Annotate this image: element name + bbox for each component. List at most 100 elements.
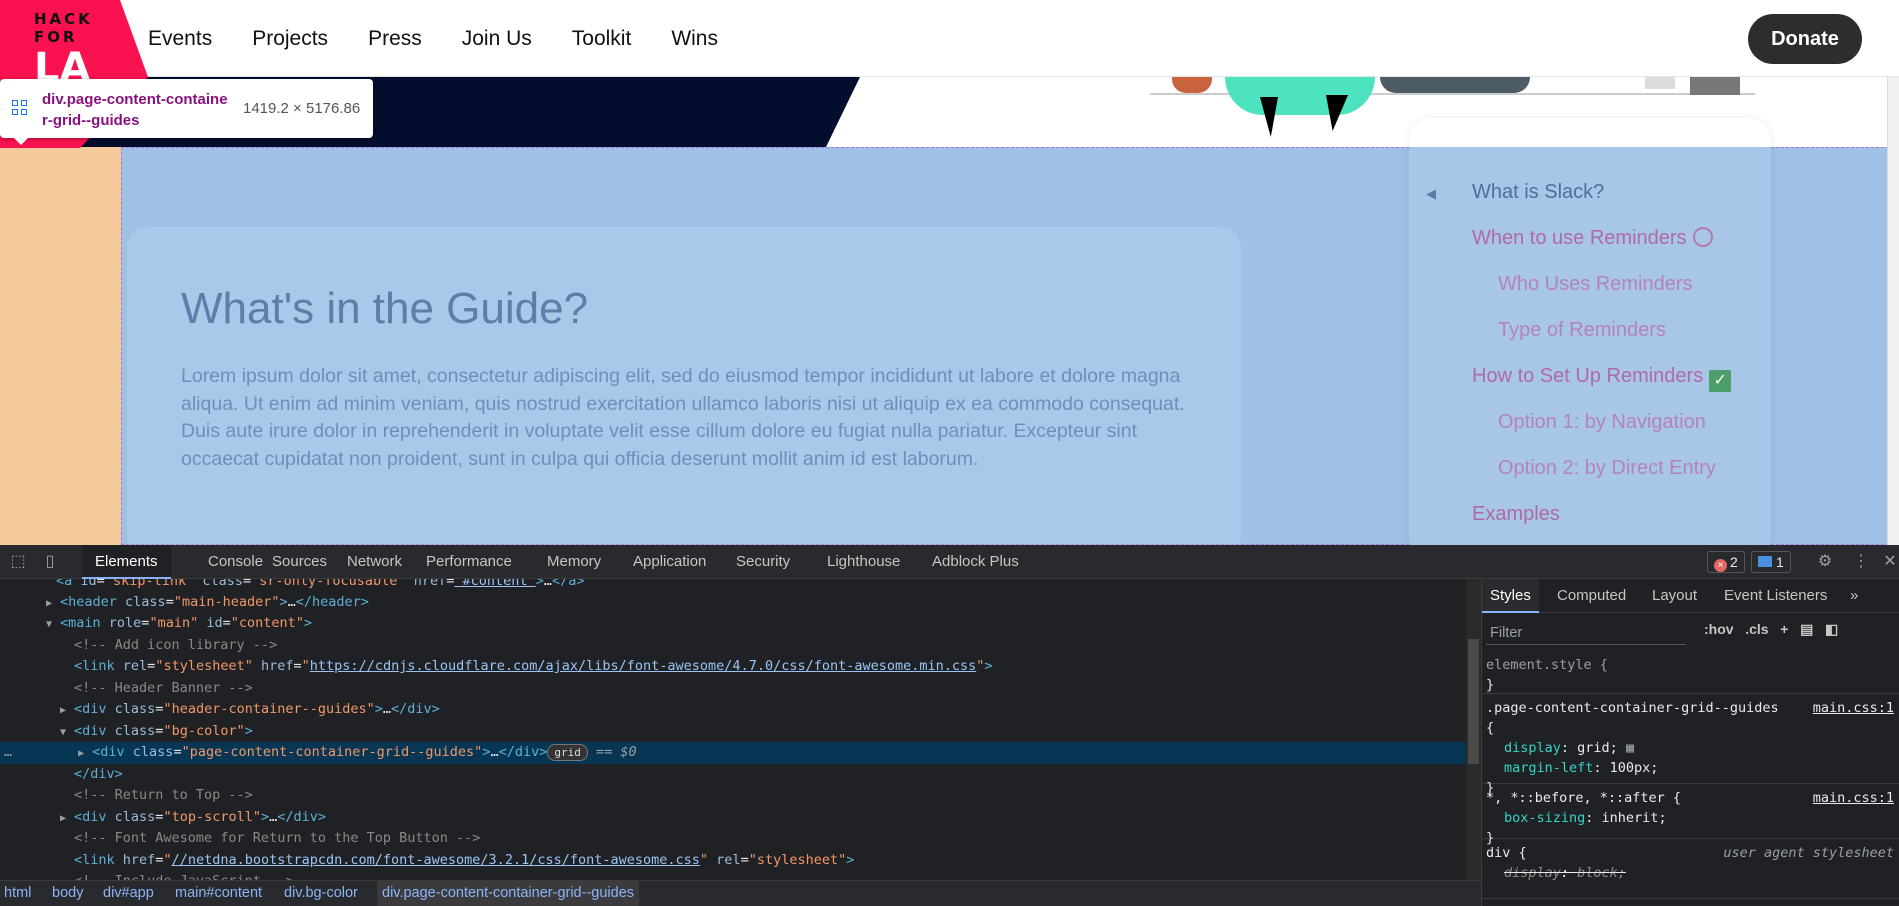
dom-node-link[interactable]: <link href="//netdna.bootstrapcdn.com/fo… — [74, 850, 854, 872]
toc-item[interactable]: Who Uses Reminders — [1498, 273, 1693, 296]
toc-item[interactable]: Examples — [1472, 503, 1560, 526]
dom-comment[interactable]: <!-- Return to Top --> — [74, 785, 253, 807]
tab-styles[interactable]: Styles — [1482, 579, 1539, 613]
message-icon — [1758, 556, 1772, 567]
dom-node-header-container[interactable]: ▶ <div class="header-container--guides">…… — [60, 699, 440, 721]
close-devtools-icon[interactable]: ✕ — [1880, 552, 1899, 572]
hov-toggle[interactable]: :hov — [1704, 621, 1734, 637]
toc-item-label: Examples — [1472, 503, 1560, 525]
brace: } — [1486, 677, 1495, 693]
dom-comment[interactable]: <!-- Include JavaScript --> — [74, 871, 293, 880]
paint-icon[interactable]: ▤ — [1800, 621, 1813, 637]
page-scrollbar[interactable] — [1887, 0, 1899, 545]
elements-scrollbar[interactable] — [1466, 579, 1481, 880]
dom-node-main[interactable]: ▼ <main role="main" id="content"> — [46, 613, 312, 635]
dom-node-top-scroll[interactable]: ▶ <div class="top-scroll">…</div> — [60, 807, 326, 829]
styles-toolbar: :hov .cls + ▤ ◧ — [1704, 621, 1838, 638]
main-header: Events Projects Press Join Us Toolkit Wi… — [0, 0, 1899, 77]
css-declaration[interactable]: display: block; — [1486, 863, 1896, 883]
tooltip-dimensions: 1419.2 × 5176.86 — [243, 100, 361, 117]
css-declaration[interactable]: box-sizing: inherit; — [1486, 808, 1896, 828]
css-rule[interactable]: element.style {} — [1482, 651, 1899, 694]
toc-item[interactable]: What is Slack? — [1472, 181, 1604, 204]
css-source-link[interactable]: main.css:1 — [1813, 788, 1894, 808]
dom-comment[interactable]: <!-- Header Banner --> — [74, 678, 253, 700]
toc-item-label: Option 2: by Direct Entry — [1498, 457, 1716, 479]
styles-pane: Styles Computed Layout Event Listeners »… — [1481, 579, 1899, 906]
css-rule[interactable]: div {user agent stylesheet display: block… — [1482, 839, 1899, 899]
collapse-caret-icon[interactable]: ◀ — [1426, 186, 1436, 202]
toc-item-label: Option 1: by Navigation — [1498, 411, 1706, 433]
grid-editor-icon[interactable]: ▦ — [1618, 740, 1634, 756]
toc-item-label: How to Set Up Reminders — [1472, 365, 1704, 387]
grid-layout-icon — [12, 100, 28, 116]
devtools-tab-lighthouse[interactable]: Lighthouse — [814, 545, 913, 579]
nav-toolkit[interactable]: Toolkit — [572, 27, 632, 51]
toc-item[interactable]: Type of Reminders — [1498, 319, 1666, 342]
toc-item-label: When to use Reminders — [1472, 227, 1687, 249]
devtools-tab-performance[interactable]: Performance — [413, 545, 525, 579]
nav-wins[interactable]: Wins — [671, 27, 718, 51]
tab-computed[interactable]: Computed — [1549, 579, 1634, 613]
css-rule[interactable]: *, *::before, *::after {main.css:1 box-si… — [1482, 784, 1899, 846]
dom-node-bg-color[interactable]: ▼ <div class="bg-color"> — [60, 721, 253, 743]
toc-item[interactable]: How to Set Up Reminders ✓ — [1472, 365, 1732, 392]
nav-events[interactable]: Events — [148, 27, 212, 51]
nav-projects[interactable]: Projects — [252, 27, 328, 51]
check-mark-icon: ✓ — [1709, 370, 1732, 392]
devtools-tab-security[interactable]: Security — [723, 545, 803, 579]
guide-title: What's in the Guide? — [181, 284, 589, 333]
more-tabs-icon[interactable]: » — [1842, 579, 1866, 613]
inspect-element-icon[interactable]: ⬚ — [8, 552, 28, 572]
devtools-tab-network[interactable]: Network — [334, 545, 415, 579]
crumb-app[interactable]: div#app — [103, 881, 154, 906]
logo-line-2: FOR — [34, 28, 78, 46]
website-viewport: Events Projects Press Join Us Toolkit Wi… — [0, 0, 1899, 545]
css-value: grid; — [1577, 740, 1618, 756]
dom-comment[interactable]: <!-- Add icon library --> — [74, 635, 277, 657]
devtools-tab-adblock-plus[interactable]: Adblock Plus — [919, 545, 1032, 579]
toc-item[interactable]: When to use Reminders — [1472, 227, 1713, 250]
tab-layout[interactable]: Layout — [1644, 579, 1705, 613]
styles-filter-input[interactable]: Filter — [1486, 621, 1686, 645]
message-count-badge[interactable]: 1 — [1751, 551, 1791, 573]
css-declaration[interactable]: display: grid; ▦ — [1486, 738, 1896, 758]
dom-node-skip-link[interactable]: <a id="skip-link" class="sr-only-focusab… — [56, 579, 584, 593]
more-menu-icon[interactable]: ⋮ — [1851, 552, 1871, 572]
donate-button[interactable]: Donate — [1748, 14, 1862, 64]
dom-node-header[interactable]: ▶ <header class="main-header">…</header> — [46, 592, 369, 614]
crumb-current[interactable]: div.page-content-container-grid--guides — [377, 881, 640, 906]
settings-gear-icon[interactable]: ⚙ — [1815, 552, 1835, 572]
crumb-body[interactable]: body — [52, 881, 83, 906]
css-value: block; — [1577, 865, 1626, 881]
new-rule-icon[interactable]: + — [1780, 621, 1788, 637]
crumb-bg-color[interactable]: div.bg-color — [284, 881, 358, 906]
nav-press[interactable]: Press — [368, 27, 422, 51]
toggle-sidebar-icon[interactable]: ◧ — [1825, 621, 1838, 637]
css-source-link: user agent stylesheet — [1723, 845, 1894, 861]
devtools-tab-memory[interactable]: Memory — [534, 545, 614, 579]
error-count-badge[interactable]: × 2 — [1707, 551, 1745, 573]
devtools-tab-application[interactable]: Application — [620, 545, 719, 579]
grid-badge[interactable]: grid — [547, 744, 588, 761]
toc-item[interactable]: Option 2: by Direct Entry — [1498, 457, 1716, 480]
devtools-tab-elements[interactable]: Elements — [82, 545, 171, 579]
css-declaration[interactable]: margin-left: 100px; — [1486, 758, 1896, 778]
nav-join-us[interactable]: Join Us — [462, 27, 532, 51]
device-toolbar-icon[interactable]: ▯ — [40, 552, 60, 572]
crumb-main[interactable]: main#content — [175, 881, 262, 906]
dom-node-close-div[interactable]: </div> — [74, 764, 123, 786]
dom-node-selected[interactable]: … ▶ <div class="page-content-container-gri… — [0, 742, 1466, 764]
toc-item[interactable]: Option 1: by Navigation — [1498, 411, 1706, 434]
tab-event-listeners[interactable]: Event Listeners — [1716, 579, 1835, 613]
css-rule[interactable]: .page-content-container-grid--guides main… — [1482, 694, 1899, 796]
inspect-tooltip: div.page-content-container-grid--guides … — [0, 79, 373, 145]
css-property: box-sizing — [1504, 810, 1586, 826]
dom-comment[interactable]: <!-- Font Awesome for Return to the Top … — [74, 828, 480, 850]
dom-node-link[interactable]: <link rel="stylesheet" href="https://cdn… — [74, 656, 993, 678]
devtools-tab-sources[interactable]: Sources — [259, 545, 340, 579]
error-count: 2 — [1730, 554, 1738, 570]
crumb-html[interactable]: html — [4, 881, 31, 906]
css-source-link[interactable]: main.css:1 — [1813, 698, 1894, 718]
cls-toggle[interactable]: .cls — [1745, 621, 1768, 637]
